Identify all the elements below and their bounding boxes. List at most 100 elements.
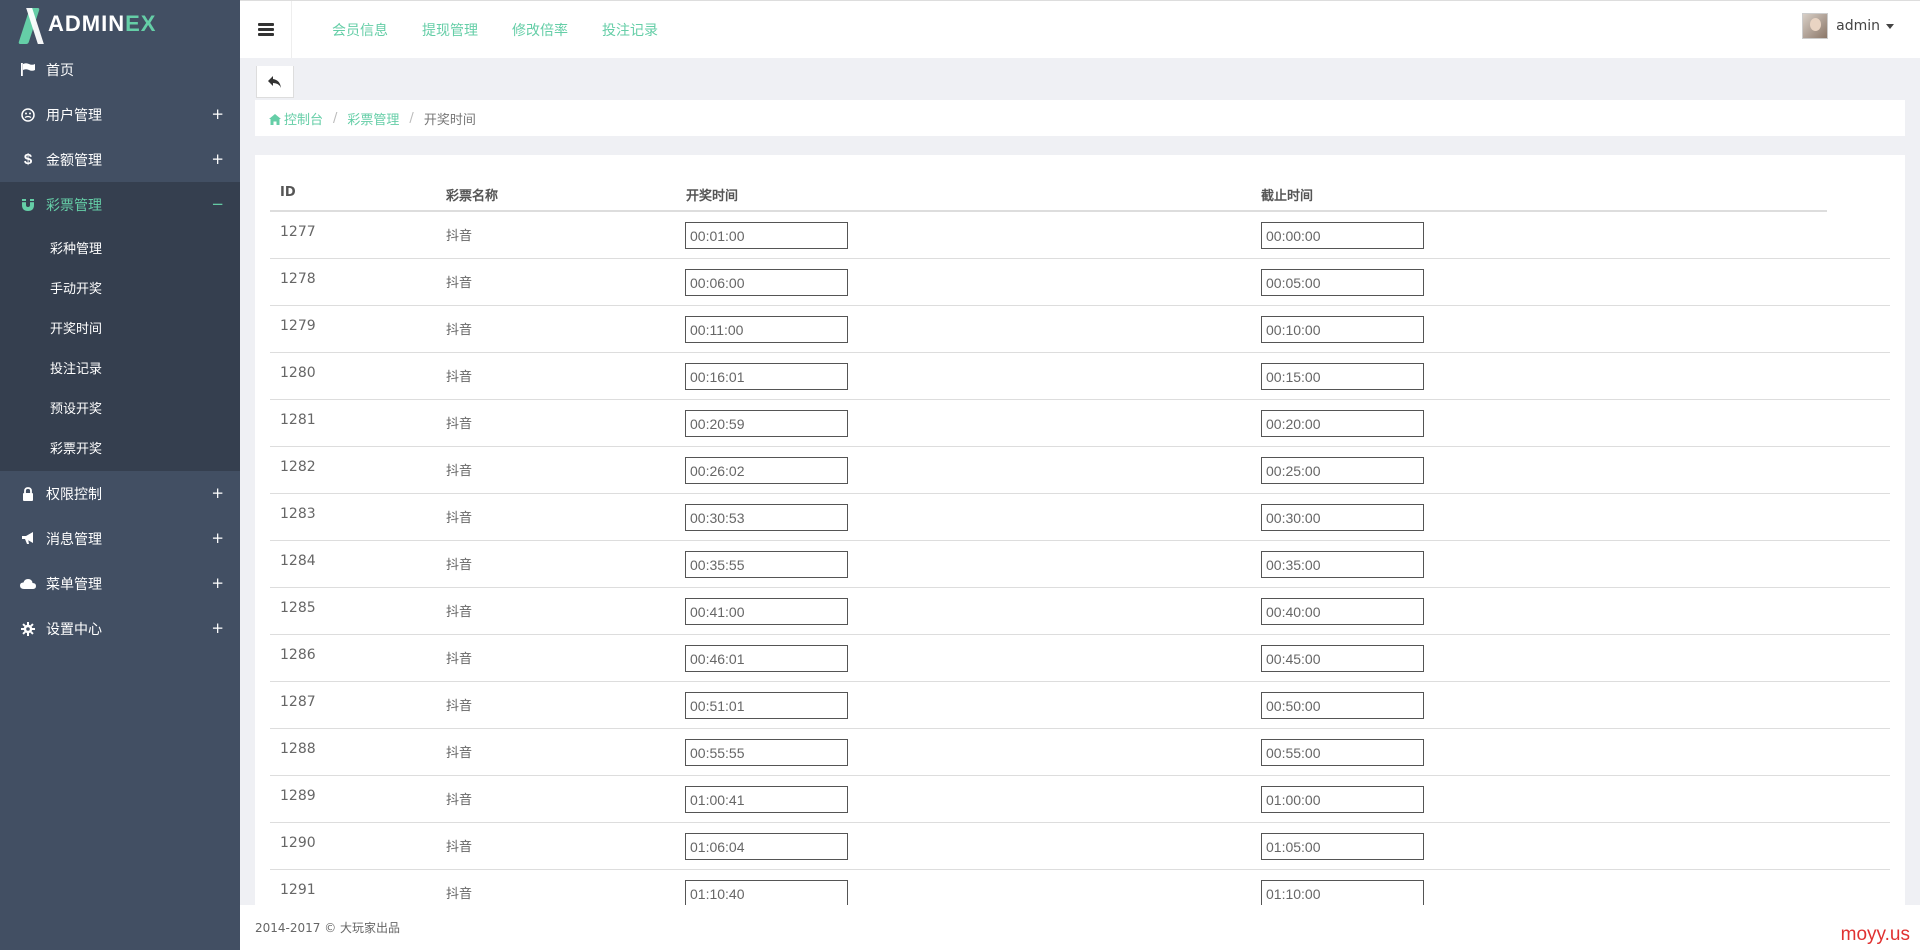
table-row: 1283 抖音 xyxy=(270,494,1890,541)
breadcrumb-home[interactable]: 控制台 xyxy=(269,109,323,128)
gear-icon xyxy=(20,621,36,637)
sidebar-subitem-0[interactable]: 彩种管理 xyxy=(0,227,240,267)
close-time-input[interactable] xyxy=(1261,692,1424,719)
open-time-input[interactable] xyxy=(685,504,848,531)
table-row: 1290 抖音 xyxy=(270,823,1890,870)
sidebar-subitem-3[interactable]: 投注记录 xyxy=(0,347,240,387)
row-id: 1283 xyxy=(280,506,316,522)
open-time-input[interactable] xyxy=(685,692,848,719)
expand-icon: + xyxy=(211,484,224,502)
sidebar-subitem-1[interactable]: 手动开奖 xyxy=(0,267,240,307)
expand-icon: + xyxy=(211,529,224,547)
open-time-input[interactable] xyxy=(685,457,848,484)
close-time-input[interactable] xyxy=(1261,269,1424,296)
open-time-input[interactable] xyxy=(685,269,848,296)
open-time-input[interactable] xyxy=(685,316,848,343)
sidebar-toggle-button[interactable] xyxy=(240,1,292,58)
close-time-input[interactable] xyxy=(1261,222,1424,249)
open-time-input[interactable] xyxy=(685,645,848,672)
close-time-input[interactable] xyxy=(1261,504,1424,531)
row-lottery-name: 抖音 xyxy=(446,746,473,761)
open-time-input[interactable] xyxy=(685,739,848,766)
top-menu-link-3[interactable]: 投注记录 xyxy=(602,20,658,40)
breadcrumb-current: 开奖时间 xyxy=(423,112,476,128)
sidebar-subitem-4[interactable]: 预设开奖 xyxy=(0,387,240,427)
breadcrumb-home-label: 控制台 xyxy=(284,112,324,128)
table-row: 1289 抖音 xyxy=(270,776,1890,823)
column-header-open-time: 开奖时间 xyxy=(686,189,739,204)
row-id: 1288 xyxy=(280,741,316,757)
row-lottery-name: 抖音 xyxy=(446,887,473,902)
sidebar-item-2[interactable]: $ 金额管理 + xyxy=(0,137,240,182)
open-time-input[interactable] xyxy=(685,363,848,390)
top-menu-link-0[interactable]: 会员信息 xyxy=(332,20,388,40)
sidebar-item-7[interactable]: 设置中心 + xyxy=(0,606,240,651)
avatar xyxy=(1802,13,1829,39)
content-panel: ID 彩票名称 开奖时间 截止时间 1277抖音1278抖音1279抖音1280… xyxy=(255,155,1905,905)
table-body: 1277抖音1278抖音1279抖音1280抖音1281抖音1282抖音1283… xyxy=(270,212,1890,905)
lock-icon xyxy=(20,486,36,502)
user-menu[interactable]: admin xyxy=(1802,13,1894,39)
close-time-input[interactable] xyxy=(1261,410,1424,437)
open-time-input[interactable] xyxy=(685,833,848,860)
logo[interactable]: ADMINEX xyxy=(0,0,240,47)
bullhorn-icon xyxy=(20,531,36,547)
row-id: 1277 xyxy=(280,224,316,240)
logo-text: ADMINEX xyxy=(48,10,157,36)
breadcrumb-parent[interactable]: 彩票管理 xyxy=(347,109,399,128)
footer: 2014-2017 © 大玩家出品 xyxy=(240,905,1920,950)
sidebar-item-0[interactable]: 首页 xyxy=(0,47,240,92)
row-lottery-name: 抖音 xyxy=(446,229,473,244)
expand-icon: + xyxy=(211,150,224,168)
sidebar-item-label: 消息管理 xyxy=(46,531,102,548)
close-time-input[interactable] xyxy=(1261,551,1424,578)
sidebar-subitem-2[interactable]: 开奖时间 xyxy=(0,307,240,347)
sidebar-item-5[interactable]: 消息管理 + xyxy=(0,516,240,561)
close-time-input[interactable] xyxy=(1261,363,1424,390)
expand-icon: + xyxy=(211,619,224,637)
open-time-input[interactable] xyxy=(685,410,848,437)
caret-down-icon xyxy=(1886,23,1894,29)
sidebar-item-6[interactable]: 菜单管理 + xyxy=(0,561,240,606)
row-id: 1282 xyxy=(280,459,316,475)
table-row: 1284 抖音 xyxy=(270,541,1890,588)
row-lottery-name: 抖音 xyxy=(446,370,473,385)
close-time-input[interactable] xyxy=(1261,457,1424,484)
sidebar-subitem-5[interactable]: 彩票开奖 xyxy=(0,427,240,467)
close-time-input[interactable] xyxy=(1261,598,1424,625)
expand-icon: + xyxy=(211,574,224,592)
sidebar-item-3[interactable]: 彩票管理 − xyxy=(0,182,240,227)
collapse-icon: − xyxy=(211,195,224,213)
row-id: 1290 xyxy=(280,835,316,851)
sidebar-item-label: 用户管理 xyxy=(46,107,102,124)
top-menu-link-1[interactable]: 提现管理 xyxy=(422,20,478,40)
open-time-input[interactable] xyxy=(685,598,848,625)
back-button[interactable] xyxy=(256,66,294,98)
home-icon xyxy=(269,113,281,125)
sidebar-item-4[interactable]: 权限控制 + xyxy=(0,471,240,516)
close-time-input[interactable] xyxy=(1261,645,1424,672)
row-lottery-name: 抖音 xyxy=(446,793,473,808)
breadcrumb-separator: / xyxy=(409,110,414,126)
top-menu-link-2[interactable]: 修改倍率 xyxy=(512,20,568,40)
column-header-name: 彩票名称 xyxy=(446,189,499,204)
row-id: 1280 xyxy=(280,365,316,381)
table-row: 1285 抖音 xyxy=(270,588,1890,635)
row-lottery-name: 抖音 xyxy=(446,511,473,526)
open-time-input[interactable] xyxy=(685,222,848,249)
close-time-input[interactable] xyxy=(1261,786,1424,813)
row-id: 1279 xyxy=(280,318,316,334)
sidebar-item-label: 彩票管理 xyxy=(46,197,102,214)
open-time-input[interactable] xyxy=(685,880,848,905)
row-lottery-name: 抖音 xyxy=(446,652,473,667)
open-time-input[interactable] xyxy=(685,551,848,578)
row-id: 1281 xyxy=(280,412,316,428)
sidebar-item-1[interactable]: 用户管理 + xyxy=(0,92,240,137)
close-time-input[interactable] xyxy=(1261,316,1424,343)
close-time-input[interactable] xyxy=(1261,739,1424,766)
close-time-input[interactable] xyxy=(1261,833,1424,860)
open-time-input[interactable] xyxy=(685,786,848,813)
flag-icon xyxy=(20,62,36,78)
close-time-input[interactable] xyxy=(1261,880,1424,905)
magnet-icon xyxy=(20,197,36,213)
